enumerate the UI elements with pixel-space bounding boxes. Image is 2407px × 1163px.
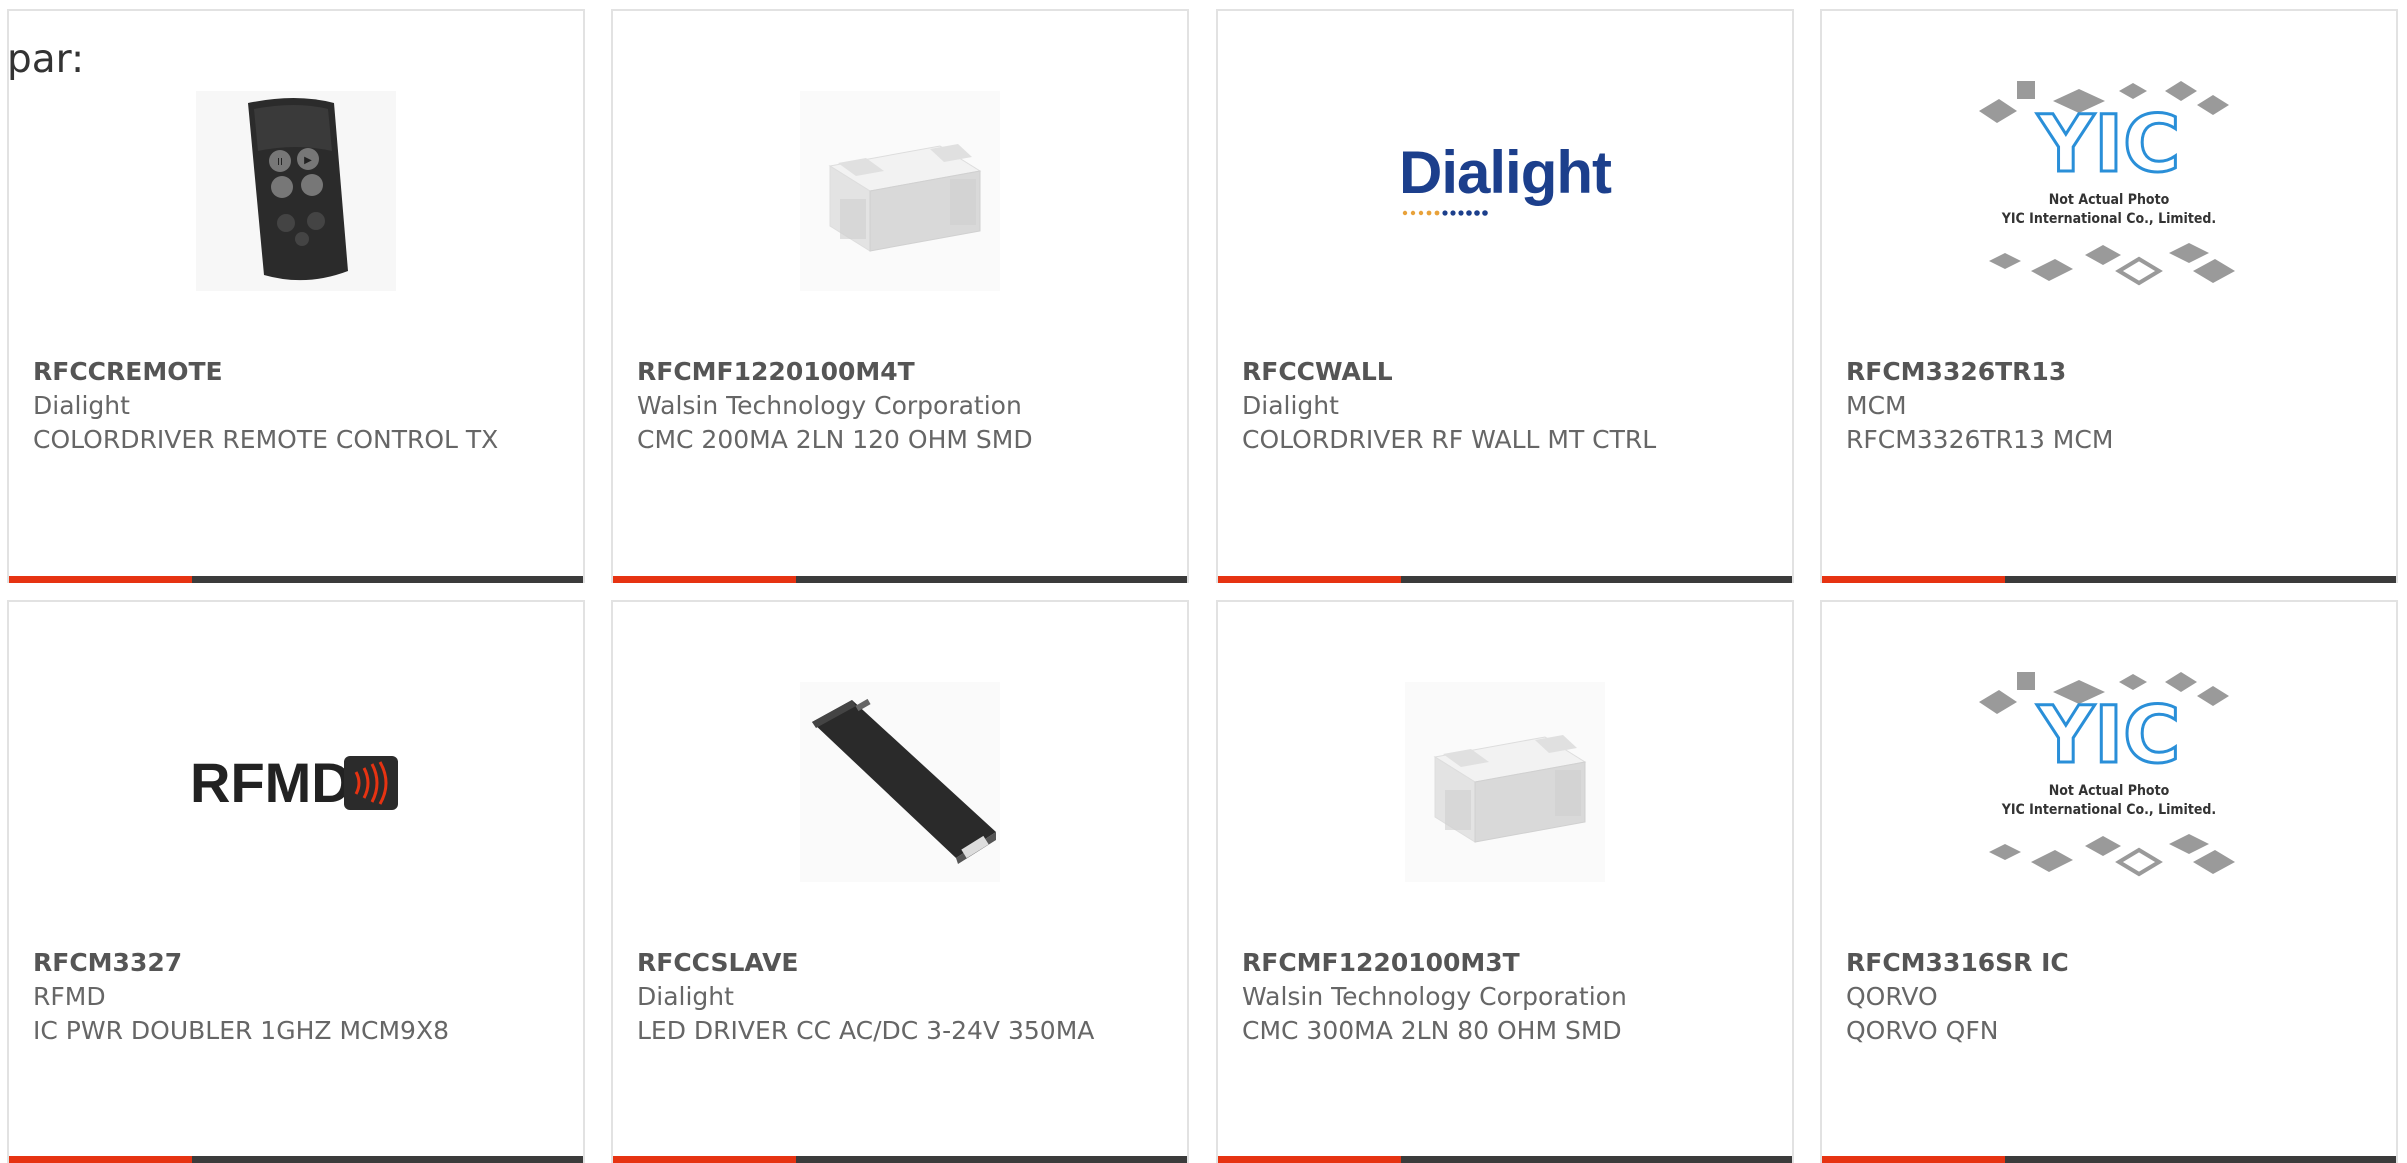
svg-text:YIC: YIC: [2037, 100, 2181, 190]
card-accent-bar: [9, 576, 192, 583]
product-image[interactable]: [1218, 667, 1792, 897]
description: QORVO QFN: [1846, 1016, 1999, 1045]
description: RFCM3326TR13 MCM: [1846, 425, 2114, 454]
card-accent-bar: [613, 576, 796, 583]
part-number[interactable]: RFCCSLAVE: [637, 946, 1171, 980]
product-card[interactable]: Dialight RFCCWALL Dialight COLORDRIVER R…: [1216, 9, 1794, 583]
svg-text:Dialight: Dialight: [1399, 139, 1612, 206]
part-number[interactable]: RFCM3326TR13: [1846, 355, 2380, 389]
card-footer-bar: [613, 1156, 1187, 1163]
product-card[interactable]: II ▶ RFCCREMOTE Dialight COLORDRIVER REM…: [7, 9, 585, 583]
manufacturer: Dialight: [33, 391, 130, 420]
product-image[interactable]: Dialight: [1218, 76, 1792, 306]
card-footer-bar: [1822, 1156, 2396, 1163]
card-footer-bar: [1218, 576, 1792, 583]
card-footer-bar: [9, 1156, 583, 1163]
svg-text:Not Actual Photo: Not Actual Photo: [2049, 783, 2170, 799]
product-card[interactable]: YIC Not Actual Photo YIC International C…: [1820, 9, 2398, 583]
part-number[interactable]: RFCM3316SR IC: [1846, 946, 2380, 980]
product-card[interactable]: RFCMF1220100M3T Walsin Technology Corpor…: [1216, 600, 1794, 1163]
part-number[interactable]: RFCMF1220100M3T: [1242, 946, 1776, 980]
description: CMC 200MA 2LN 120 OHM SMD: [637, 425, 1033, 454]
svg-text:▶: ▶: [304, 155, 312, 166]
svg-text:RFMD: RFMD: [190, 751, 352, 814]
svg-text:Not Actual Photo: Not Actual Photo: [2049, 192, 2170, 208]
product-card[interactable]: RFCMF1220100M4T Walsin Technology Corpor…: [611, 9, 1189, 583]
card-footer-bar: [1218, 1156, 1792, 1163]
svg-text:YIC International Co., Limited: YIC International Co., Limited.: [2001, 211, 2216, 227]
svg-text:II: II: [277, 157, 283, 168]
manufacturer: Walsin Technology Corporation: [637, 391, 1022, 420]
yic-placeholder: YIC Not Actual Photo YIC International C…: [1979, 81, 2235, 286]
card-accent-bar: [1822, 1156, 2005, 1163]
card-footer-bar: [9, 576, 583, 583]
part-number[interactable]: RFCMF1220100M4T: [637, 355, 1171, 389]
card-accent-bar: [1218, 1156, 1401, 1163]
card-footer-bar: [613, 576, 1187, 583]
product-image[interactable]: [613, 667, 1187, 897]
card-accent-bar: [1218, 576, 1401, 583]
product-image[interactable]: YIC Not Actual Photo YIC International C…: [1822, 667, 2396, 897]
rfmd-logo: RFMD: [190, 751, 398, 814]
part-number[interactable]: RFCM3327: [33, 946, 567, 980]
manufacturer: QORVO: [1846, 982, 1938, 1011]
product-image[interactable]: II ▶: [9, 76, 583, 306]
page-label: par:: [7, 37, 85, 82]
manufacturer: MCM: [1846, 391, 1907, 420]
card-accent-bar: [1822, 576, 2005, 583]
manufacturer: RFMD: [33, 982, 106, 1011]
remote-control-photo: II ▶: [196, 91, 396, 291]
yic-placeholder: YIC Not Actual Photo YIC International C…: [1979, 672, 2235, 877]
product-image[interactable]: [613, 76, 1187, 306]
smd-chip-photo: [1405, 682, 1605, 882]
led-driver-photo: [800, 682, 1000, 882]
description: CMC 300MA 2LN 80 OHM SMD: [1242, 1016, 1622, 1045]
card-footer-bar: [1822, 576, 2396, 583]
card-accent-bar: [613, 1156, 796, 1163]
part-number[interactable]: RFCCREMOTE: [33, 355, 567, 389]
svg-text:YIC: YIC: [2037, 691, 2181, 781]
card-accent-bar: [9, 1156, 192, 1163]
product-image[interactable]: RFMD: [9, 667, 583, 897]
part-number[interactable]: RFCCWALL: [1242, 355, 1776, 389]
dialight-logo: Dialight: [1399, 139, 1613, 216]
description: COLORDRIVER RF WALL MT CTRL: [1242, 425, 1657, 454]
description: IC PWR DOUBLER 1GHZ MCM9X8: [33, 1016, 449, 1045]
description: COLORDRIVER REMOTE CONTROL TX: [33, 425, 499, 454]
manufacturer: Walsin Technology Corporation: [1242, 982, 1627, 1011]
product-image[interactable]: YIC Not Actual Photo YIC International C…: [1822, 76, 2396, 306]
product-card[interactable]: RFMD RFCM3327 RFMD IC PWR DOUBLER 1GHZ M…: [7, 600, 585, 1163]
manufacturer: Dialight: [1242, 391, 1339, 420]
description: LED DRIVER CC AC/DC 3-24V 350MA: [637, 1016, 1095, 1045]
product-card[interactable]: RFCCSLAVE Dialight LED DRIVER CC AC/DC 3…: [611, 600, 1189, 1163]
product-card[interactable]: YIC Not Actual Photo YIC International C…: [1820, 600, 2398, 1163]
smd-chip-photo: [800, 91, 1000, 291]
manufacturer: Dialight: [637, 982, 734, 1011]
svg-text:YIC International Co., Limited: YIC International Co., Limited.: [2001, 802, 2216, 818]
